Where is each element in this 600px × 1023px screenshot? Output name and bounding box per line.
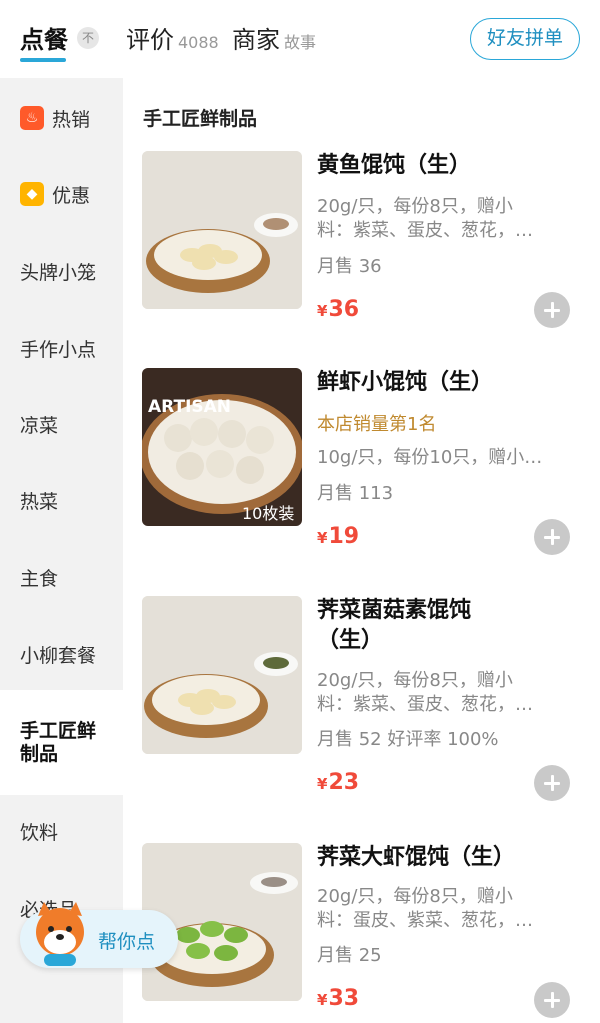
- image-watermark: ARTISAN: [148, 397, 231, 417]
- product-name-line1: 荠菜菌菇素馄饨: [317, 598, 472, 623]
- category-sidebar: ♨ 热销 ◆ 优惠 头牌小笼 手作小点 凉菜 热菜 主食 小柳套餐 手工匠鲜制品…: [0, 78, 123, 1023]
- product-name: 鲜虾小馄饨（生）: [317, 370, 494, 395]
- product-desc-line1: 20g/只，每份8只，赠小: [317, 886, 513, 907]
- sidebar-item-discount[interactable]: ◆ 优惠: [0, 156, 123, 232]
- sidebar-item-label: 优惠: [52, 184, 91, 207]
- product-price: ¥36: [317, 297, 359, 322]
- tab-merchant-label: 商家: [232, 26, 280, 54]
- group-order-button[interactable]: 好友拼单: [470, 18, 580, 60]
- sidebar-item-handmade-snacks[interactable]: 手作小点: [0, 310, 123, 386]
- product-desc-line1: 10g/只，每份10只，赠小…: [317, 447, 543, 468]
- product-name-line2: （生）: [317, 628, 384, 653]
- product-card[interactable]: ARTISAN 10枚装 鲜虾小馄饨（生） 本店销量第1名 10g/只，每份10…: [142, 368, 582, 578]
- product-sales: 月售 52 好评率 100%: [317, 729, 499, 750]
- sidebar-item-label: 饮料: [20, 821, 59, 844]
- product-image[interactable]: [142, 151, 302, 309]
- image-caption: 10枚装: [242, 504, 294, 523]
- sales-rank-badge: 本店销量第1名: [317, 414, 437, 435]
- product-card[interactable]: 黄鱼馄饨（生） 20g/只，每份8只，赠小 料：紫菜、蛋皮、葱花，… 月售 36…: [142, 151, 582, 361]
- sidebar-item-cold-dishes[interactable]: 凉菜: [0, 386, 123, 462]
- sidebar-item-label: 凉菜: [20, 414, 59, 437]
- currency-symbol: ¥: [317, 991, 328, 1009]
- tab-merchant[interactable]: 商家 故事: [232, 20, 316, 55]
- product-price: ¥19: [317, 524, 359, 549]
- product-name: 荠菜菌菇素馄饨 （生）: [317, 596, 582, 656]
- product-desc-line1: 20g/只，每份8只，赠小: [317, 670, 513, 691]
- price-value: 19: [328, 524, 360, 549]
- product-name: 黄鱼馄饨（生）: [317, 153, 472, 178]
- product-sales: 月售 113: [317, 483, 394, 504]
- product-desc-line2: 料：蛋皮、紫菜、葱花，…: [317, 910, 533, 931]
- sidebar-item-label: 热销: [52, 108, 91, 131]
- product-name: 荠菜大虾馄饨（生）: [317, 845, 516, 870]
- product-desc-line2: 料：紫菜、蛋皮、葱花，…: [317, 694, 533, 715]
- tag-icon: ◆: [20, 182, 44, 206]
- currency-symbol: ¥: [317, 302, 328, 320]
- add-to-cart-button[interactable]: [534, 292, 570, 328]
- tab-order-label: 点餐: [20, 26, 68, 54]
- help-order-label: 帮你点: [98, 931, 156, 953]
- product-image[interactable]: ARTISAN 10枚装: [142, 368, 302, 526]
- sidebar-item-label: 小柳套餐: [20, 644, 97, 667]
- product-card[interactable]: 荠菜大虾馄饨（生） 20g/只，每份8只，赠小 料：蛋皮、紫菜、葱花，… 月售 …: [142, 843, 582, 1023]
- product-image[interactable]: [142, 596, 302, 754]
- product-price: ¥23: [317, 770, 359, 795]
- sidebar-item-hot[interactable]: ♨ 热销: [0, 80, 123, 156]
- help-order-button[interactable]: 帮你点: [20, 902, 178, 968]
- product-price: ¥33: [317, 986, 359, 1011]
- currency-symbol: ¥: [317, 775, 328, 793]
- price-value: 36: [328, 297, 360, 322]
- product-sales: 月售 25: [317, 945, 382, 966]
- tab-reviews[interactable]: 评价 4088: [126, 20, 219, 55]
- sidebar-item-handmade-fresh[interactable]: 手工匠鲜制品: [0, 690, 123, 795]
- add-to-cart-button[interactable]: [534, 982, 570, 1018]
- currency-symbol: ¥: [317, 529, 328, 547]
- sidebar-item-set-meals[interactable]: 小柳套餐: [0, 616, 123, 692]
- fire-icon: ♨: [20, 106, 44, 130]
- sidebar-item-label: 头牌小笼: [20, 261, 97, 284]
- active-tab-indicator: [20, 58, 66, 62]
- sidebar-item-label: 热菜: [20, 490, 59, 513]
- add-to-cart-button[interactable]: [534, 519, 570, 555]
- sidebar-item-label: 主食: [20, 567, 59, 590]
- tab-order[interactable]: 点餐: [20, 20, 68, 55]
- product-desc-line1: 20g/只，每份8只，赠小: [317, 196, 513, 217]
- add-to-cart-button[interactable]: [534, 765, 570, 801]
- tab-merchant-sub: 故事: [284, 33, 317, 52]
- product-sales: 月售 36: [317, 256, 382, 277]
- sidebar-item-label: 手工匠鲜制品: [20, 719, 97, 765]
- sidebar-item-hot-dishes[interactable]: 热菜: [0, 462, 123, 538]
- sidebar-item-signature-xiaolong[interactable]: 头牌小笼: [0, 233, 123, 309]
- sidebar-item-label: 手作小点: [20, 338, 97, 361]
- price-value: 23: [328, 770, 360, 795]
- price-value: 33: [328, 986, 360, 1011]
- section-title: 手工匠鲜制品: [143, 108, 258, 130]
- top-tab-bar: 点餐 不 评价 4088 商家 故事 好友拼单: [0, 0, 600, 78]
- sidebar-item-drinks[interactable]: 饮料: [0, 793, 123, 869]
- collapse-badge[interactable]: 不: [77, 27, 99, 49]
- tab-reviews-count: 4088: [178, 33, 219, 52]
- tab-reviews-label: 评价: [126, 26, 174, 54]
- product-card[interactable]: 荠菜菌菇素馄饨 （生） 20g/只，每份8只，赠小 料：紫菜、蛋皮、葱花，… 月…: [142, 596, 582, 806]
- product-desc-line2: 料：紫菜、蛋皮、葱花，…: [317, 220, 533, 241]
- sidebar-item-staple[interactable]: 主食: [0, 539, 123, 615]
- dog-mascot-icon: [36, 902, 84, 966]
